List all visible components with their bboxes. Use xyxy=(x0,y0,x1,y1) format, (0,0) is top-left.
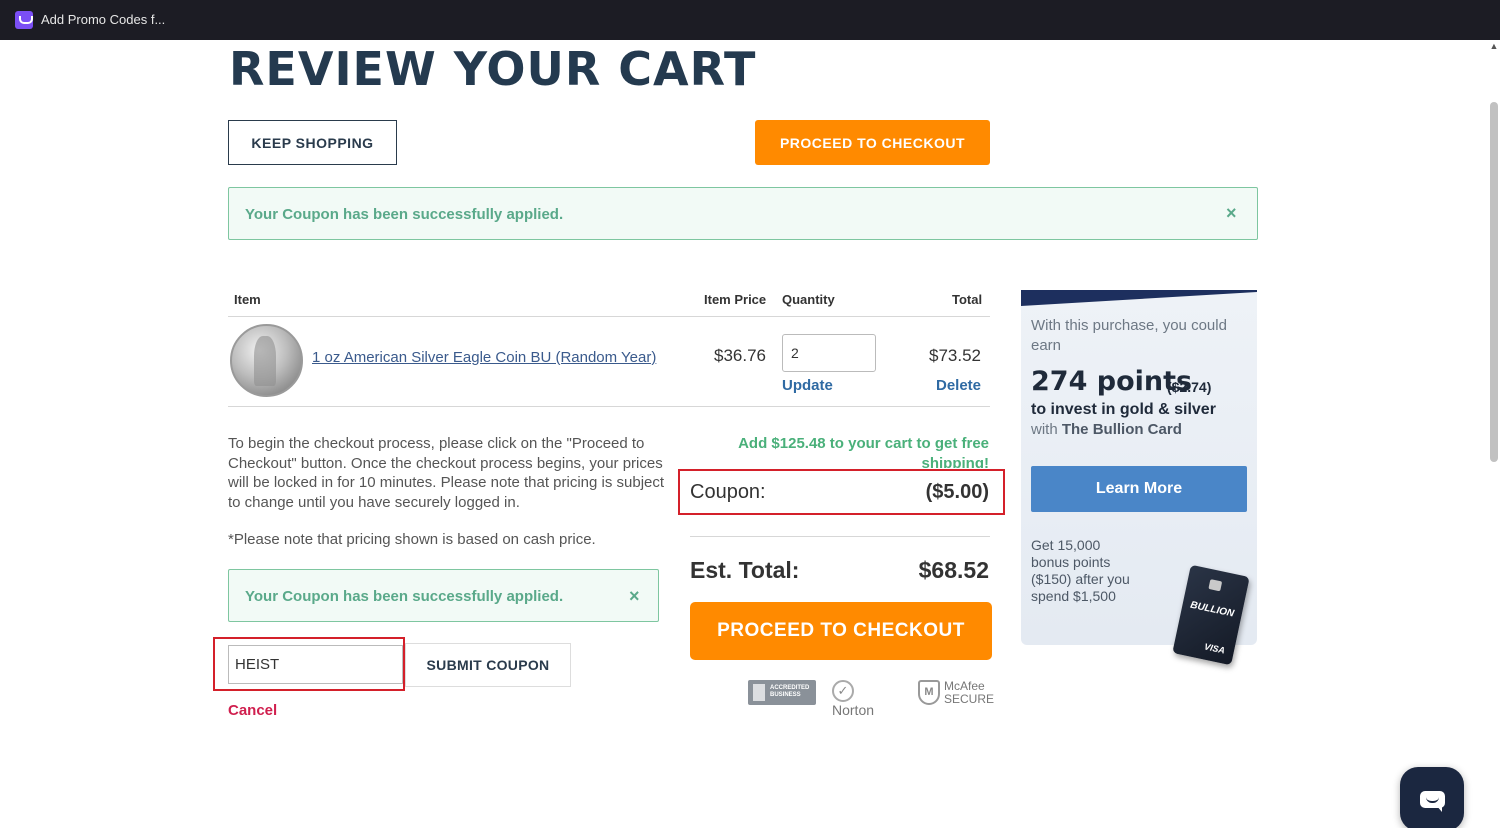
bullion-card-promo: With this purchase, you could earn 274 p… xyxy=(1021,290,1257,666)
close-icon[interactable]: × xyxy=(629,586,640,607)
bullion-credit-card-image: BULLION VISA xyxy=(1172,564,1250,666)
item-price: $36.76 xyxy=(714,346,766,365)
update-quantity-link[interactable]: Update xyxy=(782,377,833,394)
norton-badge[interactable]: ✓Norton xyxy=(832,680,874,718)
card-brand-label: BULLION xyxy=(1189,599,1236,620)
coupon-success-alert-bottom: Your Coupon has been successfully applie… xyxy=(228,569,659,622)
submit-coupon-button[interactable]: SUBMIT COUPON xyxy=(405,643,571,687)
table-row-divider xyxy=(228,406,990,407)
promo-bonus-text: Get 15,000 bonus points ($150) after you… xyxy=(1031,537,1130,604)
pricing-note: *Please note that pricing shown is based… xyxy=(228,531,596,548)
card-chip-icon xyxy=(1208,579,1223,592)
visa-logo: VISA xyxy=(1203,641,1226,656)
promo-with-text: with The Bullion Card xyxy=(1031,421,1182,438)
close-icon[interactable]: × xyxy=(1226,203,1237,224)
scroll-up-arrow-icon[interactable]: ▲ xyxy=(1489,41,1499,51)
page-title: REVIEW YOUR CART xyxy=(229,42,757,96)
tab-title[interactable]: Add Promo Codes f... xyxy=(41,12,165,27)
mcafee-label: McAfee SECURE xyxy=(944,679,995,706)
cancel-coupon-link[interactable]: Cancel xyxy=(228,702,277,719)
row-total: $73.52 xyxy=(929,346,981,365)
coupon-discount-value: ($5.00) xyxy=(925,481,989,503)
header-total: Total xyxy=(952,292,983,307)
bbb-accredited-badge-icon[interactable]: ACCREDITED BUSINESS xyxy=(748,680,816,705)
promo-with-word: with xyxy=(1031,421,1058,438)
browser-tab-bar: Add Promo Codes f... xyxy=(0,0,1500,40)
mcafee-shield-icon: M xyxy=(918,680,940,705)
promo-header-stripe xyxy=(1021,290,1257,306)
chat-widget-button[interactable] xyxy=(1400,767,1464,828)
free-shipping-message: Add $125.48 to your cart to get free shi… xyxy=(738,435,989,468)
product-link[interactable]: 1 oz American Silver Eagle Coin BU (Rand… xyxy=(312,348,662,367)
header-item: Item xyxy=(234,292,261,307)
bbb-badge-text: ACCREDITED BUSINESS xyxy=(770,685,810,698)
norton-check-icon: ✓ xyxy=(832,680,854,702)
alert-message: Your Coupon has been successfully applie… xyxy=(245,206,564,223)
proceed-to-checkout-top-button[interactable]: PROCEED TO CHECKOUT xyxy=(755,120,990,165)
summary-divider xyxy=(690,536,990,537)
promo-points-value: ($2.74) xyxy=(1167,379,1212,395)
header-item-price: Item Price xyxy=(704,292,767,307)
silver-eagle-coin-image[interactable] xyxy=(230,324,303,397)
coupon-input-highlight xyxy=(213,637,405,691)
est-total-label: Est. Total: xyxy=(690,557,800,583)
est-total-value: $68.52 xyxy=(918,557,989,583)
promo-card-brand: The Bullion Card xyxy=(1061,421,1182,438)
learn-more-button[interactable]: Learn More xyxy=(1031,466,1247,512)
keep-shopping-button[interactable]: KEEP SHOPPING xyxy=(228,120,397,165)
quantity-input[interactable] xyxy=(782,334,876,372)
header-quantity: Quantity xyxy=(782,292,835,307)
table-header-divider xyxy=(228,316,990,317)
chat-bubble-tail xyxy=(1436,805,1442,812)
delete-item-link[interactable]: Delete xyxy=(936,377,981,394)
norton-label: Norton xyxy=(832,702,875,718)
coupon-success-alert-top: Your Coupon has been successfully applie… xyxy=(228,187,1258,240)
checkout-instructions: To begin the checkout process, please cl… xyxy=(228,435,665,511)
proceed-to-checkout-button[interactable]: PROCEED TO CHECKOUT xyxy=(690,602,992,660)
promo-invest-text: to invest in gold & silver xyxy=(1031,401,1216,418)
extension-logo-icon xyxy=(15,11,33,29)
coupon-label: Coupon: xyxy=(690,481,766,503)
scrollbar-thumb[interactable] xyxy=(1490,102,1498,462)
promo-earn-text: With this purchase, you could earn xyxy=(1031,317,1227,354)
alert-message: Your Coupon has been successfully applie… xyxy=(245,588,564,605)
